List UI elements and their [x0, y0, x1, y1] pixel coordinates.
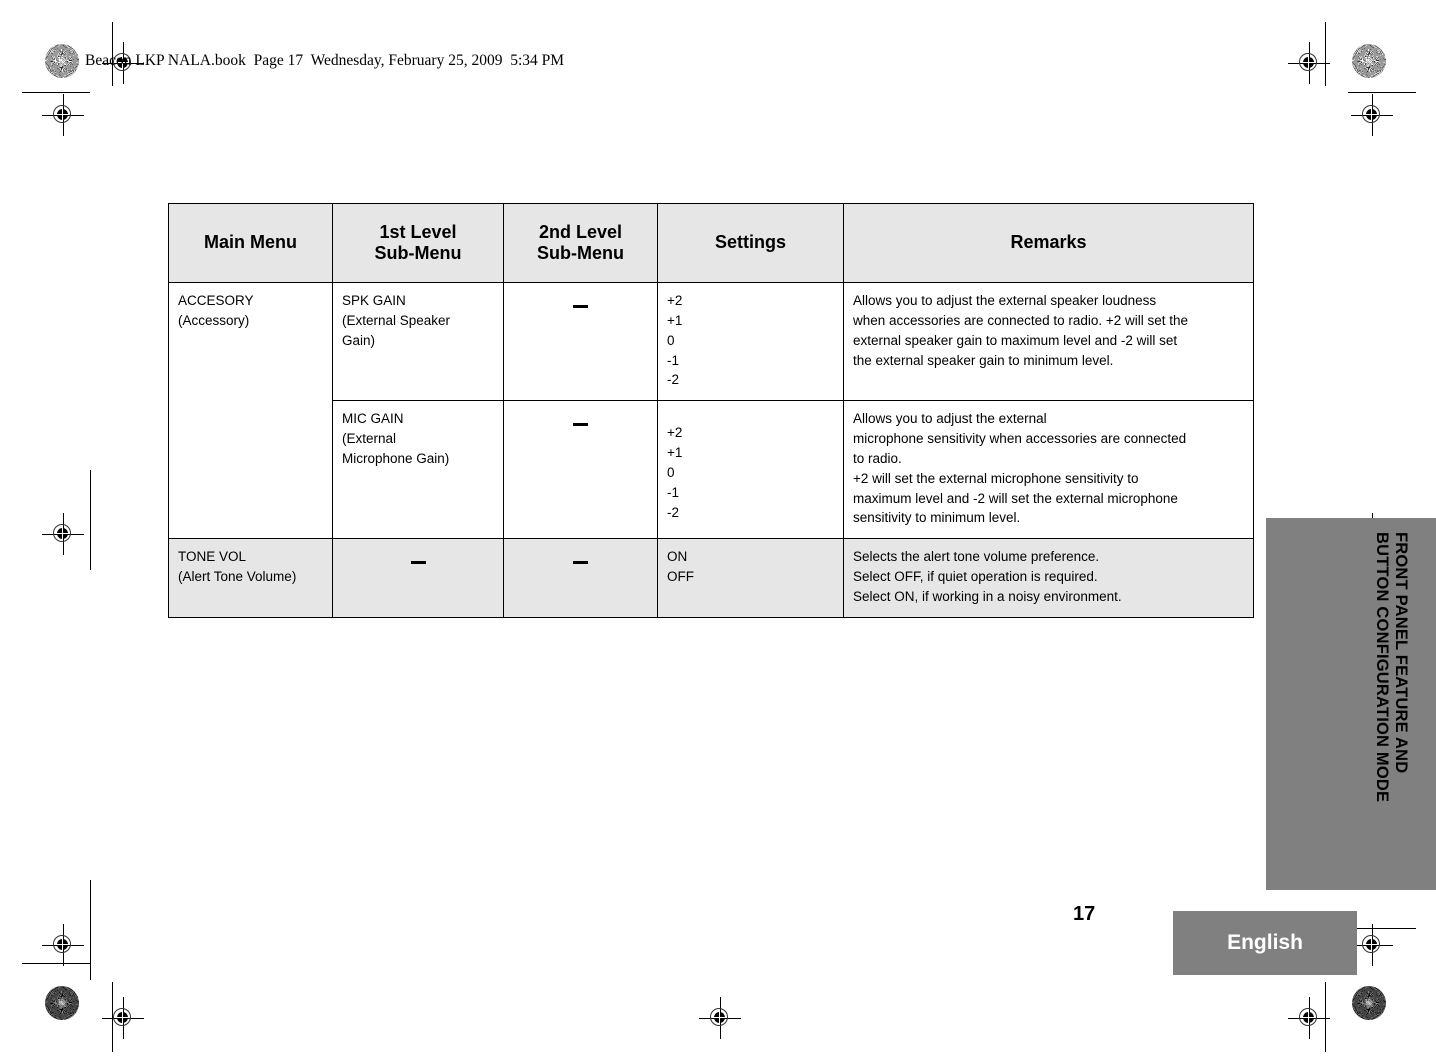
chapter-side-tab: FRONT PANEL FEATURE AND BUTTON CONFIGURA… [1266, 518, 1436, 890]
rosette-mark-top-left [45, 44, 79, 78]
settings-values: ON OFF [667, 549, 694, 585]
registration-target-top-right [1288, 42, 1330, 84]
sub-menu-1-placeholder [333, 539, 503, 577]
cell-settings-spk-gain: +2 +1 0 -1 -2 [657, 281, 844, 402]
cell-sub2-spk-gain [503, 281, 658, 402]
page-number: 17 [1073, 903, 1096, 925]
remarks-text: Allows you to adjust the external speake… [853, 293, 1189, 368]
registration-target-bottom-left [102, 997, 144, 1039]
column-header-settings: Settings [657, 203, 844, 283]
cell-main-menu-tone-vol: TONE VOL (Alert Tone Volume) [168, 538, 333, 618]
cell-remarks-spk-gain: Allows you to adjust the external speake… [843, 281, 1254, 402]
sub-menu-1-label: SPK GAIN (External Speaker Gain) [342, 293, 451, 348]
language-tab-label: English [1227, 931, 1303, 954]
running-header: Beacon LKP NALA.book Page 17 Wednesday, … [85, 52, 565, 69]
em-dash-icon [410, 561, 426, 565]
cell-remarks-tone-vol: Selects the alert tone volume preference… [843, 538, 1254, 618]
column-header-2nd-level-sub-menu: 2nd Level Sub-Menu [503, 203, 658, 283]
table-header-row: Main Menu 1st Level Sub-Menu 2nd Level S… [168, 203, 1254, 283]
sub-menu-1-label: MIC GAIN (External Microphone Gain) [342, 411, 450, 466]
chapter-side-tab-label: FRONT PANEL FEATURE AND BUTTON CONFIGURA… [1372, 532, 1410, 803]
registration-target-right-lower [1351, 924, 1393, 966]
em-dash-icon [573, 423, 588, 427]
column-header-main-menu: Main Menu [168, 203, 333, 283]
rosette-mark-top-right [1352, 44, 1386, 78]
registration-target-bottom-right [1288, 997, 1330, 1039]
rosette-mark-bottom-right [1352, 986, 1386, 1020]
sub-menu-2-placeholder [504, 283, 657, 321]
cell-settings-mic-gain: +2 +1 0 -1 -2 [657, 400, 844, 540]
sub-menu-2-placeholder [504, 401, 657, 439]
registration-target-left-upper [42, 94, 84, 136]
crop-line-left-lower-vertical [90, 880, 91, 980]
table-row: TONE VOL (Alert Tone Volume) ON OFF Sele… [168, 538, 1254, 618]
cell-remarks-mic-gain: Allows you to adjust the external microp… [843, 400, 1254, 540]
em-dash-icon [573, 304, 588, 308]
remarks-text: Allows you to adjust the external microp… [853, 411, 1187, 526]
cell-sub1-mic-gain: MIC GAIN (External Microphone Gain) [332, 400, 504, 540]
cell-sub1-spk-gain: SPK GAIN (External Speaker Gain) [332, 281, 504, 402]
cell-sub2-mic-gain [503, 400, 658, 540]
cell-sub1-tone-vol [332, 538, 504, 618]
em-dash-icon [573, 561, 588, 565]
main-menu-label: TONE VOL (Alert Tone Volume) [178, 549, 297, 585]
cell-settings-tone-vol: ON OFF [657, 538, 844, 618]
registration-target-left-middle [42, 513, 84, 555]
column-header-1st-level-sub-menu: 1st Level Sub-Menu [332, 203, 504, 283]
rosette-mark-bottom-left [45, 986, 79, 1020]
settings-values: +2 +1 0 -1 -2 [667, 293, 683, 388]
cell-main-menu-accesory: ACCESORY (Accessory) [168, 281, 333, 540]
sub-menu-2-placeholder [504, 539, 657, 577]
settings-values: +2 +1 0 -1 -2 [667, 425, 683, 520]
language-tab: English [1173, 911, 1357, 975]
registration-target-right-upper [1351, 94, 1393, 136]
column-header-remarks: Remarks [843, 203, 1254, 283]
crop-line-left-upper-horizontal [22, 92, 90, 93]
remarks-text: Selects the alert tone volume preference… [853, 549, 1122, 604]
main-menu-label: ACCESORY (Accessory) [178, 293, 254, 328]
crop-line-bottom-left-horizontal [22, 963, 90, 964]
crop-line-right-upper-horizontal [1348, 92, 1416, 93]
crop-line-left-middle-vertical [90, 470, 91, 570]
menu-configuration-table: Main Menu 1st Level Sub-Menu 2nd Level S… [168, 203, 1254, 618]
cell-sub2-tone-vol [503, 538, 658, 618]
registration-target-bottom-center [699, 997, 741, 1039]
registration-target-left-lower [42, 924, 84, 966]
table-row: ACCESORY (Accessory) SPK GAIN (External … [168, 281, 1254, 540]
